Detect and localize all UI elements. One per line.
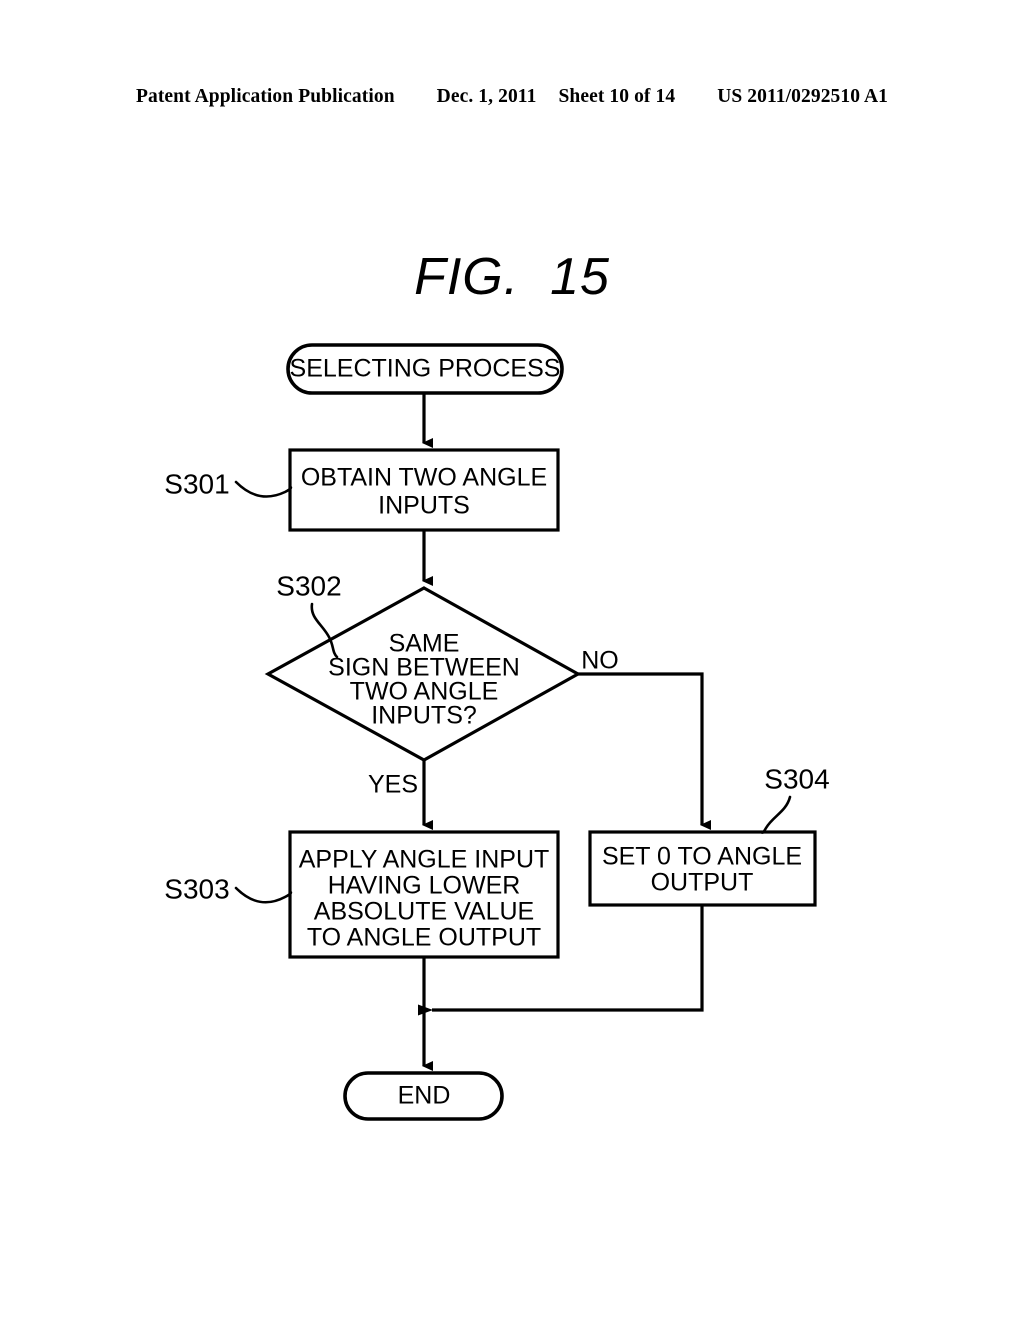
end-terminal-label: END	[398, 1082, 451, 1110]
connector-s302-no-to-s304	[578, 672, 711, 830]
s303-label-line1: APPLY ANGLE INPUT	[299, 846, 550, 874]
s304-step-reference: S304	[764, 763, 829, 794]
s301-step-reference: S301	[164, 468, 229, 499]
node-s304: SET 0 TO ANGLE OUTPUT	[588, 830, 817, 907]
s302-label-line4: INPUTS?	[371, 702, 477, 730]
node-start: SELECTING PROCESS	[286, 343, 564, 395]
node-s303: APPLY ANGLE INPUT HAVING LOWER ABSOLUTE …	[288, 830, 560, 959]
s301-leader-line	[234, 480, 293, 498]
node-s302: SAME SIGN BETWEEN TWO ANGLE INPUTS?	[264, 586, 582, 762]
s303-label-line4: TO ANGLE OUTPUT	[307, 924, 541, 952]
flowchart-diagram: SELECTING PROCESS OBTAIN TWO ANGLE INPUT…	[164, 343, 830, 1121]
start-terminal-label: SELECTING PROCESS	[290, 355, 561, 383]
s304-label-line2: OUTPUT	[651, 869, 754, 897]
s303-step-reference: S303	[164, 873, 229, 904]
s302-step-reference: S302	[276, 570, 341, 601]
s304-leader-line	[758, 795, 792, 834]
s301-label-line2: INPUTS	[378, 492, 470, 520]
branch-label-no: NO	[581, 647, 619, 675]
s303-leader-line	[234, 886, 293, 904]
s303-label-line2: HAVING LOWER	[328, 872, 521, 900]
branch-label-yes: YES	[368, 771, 418, 799]
node-end: END	[343, 1071, 504, 1121]
s304-label-line1: SET 0 TO ANGLE	[602, 843, 802, 871]
s303-label-line3: ABSOLUTE VALUE	[314, 898, 534, 926]
s301-label-line1: OBTAIN TWO ANGLE	[301, 464, 547, 492]
patent-sheet: Patent Application Publication Dec. 1, 2…	[0, 0, 1024, 1320]
node-s301: OBTAIN TWO ANGLE INPUTS	[288, 448, 560, 532]
